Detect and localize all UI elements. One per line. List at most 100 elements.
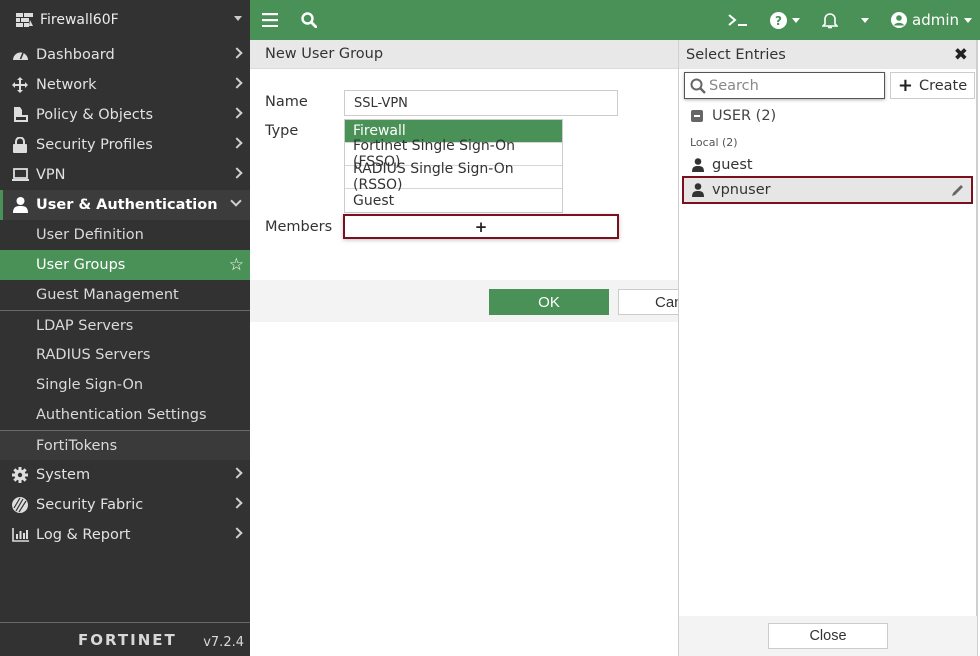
policy-icon [10,107,30,123]
admin-menu[interactable]: admin [891,0,972,40]
name-input[interactable] [344,90,618,116]
members-label: Members [265,219,333,235]
sidebar-item-system[interactable]: System [0,460,250,490]
sidebar-item-policy-objects[interactable]: Policy & Objects [0,100,250,130]
sidebar-item-guest-management[interactable]: Guest Management [0,280,250,310]
sidebar-item-label: Security Fabric [36,497,144,513]
type-option-rsso[interactable]: RADIUS Single Sign-On (RSSO) [345,161,562,193]
caret-down-icon [234,16,242,21]
caret-down-icon [861,17,869,23]
plus-icon: + [897,75,913,96]
chevron-right-icon [231,77,243,89]
notifications-caret[interactable] [856,0,869,40]
fortinet-logo: FORTINET [78,631,177,649]
sidebar-item-label: User Groups [36,257,126,273]
sidebar-item-label: LDAP Servers [36,317,134,334]
dashboard-icon [10,48,30,62]
sidebar-item-label: User Definition [36,227,144,243]
sidebar-item-user-authentication[interactable]: User & Authentication [0,190,250,220]
sidebar-item-label: Security Profiles [36,137,153,153]
type-label: Type [265,123,299,139]
user-icon [692,183,704,197]
chevron-right-icon [231,107,243,119]
fabric-icon [10,497,30,513]
sidebar-item-single-sign-on[interactable]: Single Sign-On [0,370,250,400]
user-icon [10,197,30,213]
sidebar-item-label: User & Authentication [36,197,218,213]
pencil-icon[interactable] [951,183,965,197]
cli-console-icon[interactable] [728,0,748,40]
bell-icon[interactable] [822,0,838,40]
ok-button[interactable]: OK [489,289,609,315]
device-selector[interactable]: Firewall60F [0,0,250,40]
caret-down-icon [792,17,800,23]
chevron-right-icon [231,497,243,509]
close-button[interactable]: Close [768,623,888,649]
sidebar-item-user-definition[interactable]: User Definition [0,220,250,250]
create-label: Create [918,77,968,94]
search-icon [690,78,706,94]
sidebar-item-log-report[interactable]: Log & Report [0,520,250,550]
group-label: USER (2) [712,108,777,124]
sidebar-item-label: Log & Report [36,527,131,543]
select-entries-panel: Select Entries ✖ Search + Create USER (2… [678,40,978,656]
sidebar-item-dashboard[interactable]: Dashboard [0,40,250,70]
entry-vpnuser[interactable]: vpnuser [682,176,973,204]
chevron-right-icon [231,167,243,179]
menu-icon[interactable] [262,0,278,40]
type-selector: Firewall Fortinet Single Sign-On (FSSO) … [344,119,563,213]
gear-icon [10,467,30,483]
create-button[interactable]: + Create [890,72,975,99]
sidebar-item-label: Policy & Objects [36,107,154,123]
laptop-icon [10,168,30,182]
sidebar-item-vpn[interactable]: VPN [0,160,250,190]
name-label: Name [265,94,308,110]
sidebar-item-authentication-settings[interactable]: Authentication Settings [0,400,250,430]
sidebar-item-label: Guest Management [36,287,179,303]
chevron-right-icon [231,47,243,59]
sidebar-item-network[interactable]: Network [0,70,250,100]
star-icon[interactable]: ☆ [229,255,244,275]
entry-guest[interactable]: guest [682,151,973,179]
sidebar-item-fortitokens[interactable]: FortiTokens [0,430,250,460]
entry-label: vpnuser [712,182,771,198]
user-group-header[interactable]: USER (2) [691,108,776,124]
sidebar-item-security-profiles[interactable]: Security Profiles [0,130,250,160]
sidebar-item-label: Single Sign-On [36,377,144,393]
admin-username: admin [912,11,959,29]
members-add-field[interactable]: + [343,214,619,239]
chevron-right-icon [231,467,243,479]
search-input[interactable]: Search [684,72,885,99]
app-root: Firewall60F Dashboard Network Policy & O… [0,0,980,656]
sidebar-item-label: Authentication Settings [36,407,207,423]
sidebar-item-label: VPN [36,167,66,183]
user-icon [692,158,704,172]
new-user-group-form: New User Group Name Type Firewall Fortin… [250,40,698,656]
network-icon [10,77,30,93]
lock-icon [10,137,30,153]
version-label: v7.2.4 [203,635,244,650]
help-icon[interactable]: ? [770,0,800,40]
sidebar-item-ldap-servers[interactable]: LDAP Servers [0,310,250,340]
plus-icon: + [474,217,488,236]
select-entries-header: Select Entries ✖ [679,40,976,69]
top-bar: ? admin [250,0,980,40]
sidebar-item-security-fabric[interactable]: Security Fabric [0,490,250,520]
chevron-right-icon [231,527,243,539]
sidebar-item-user-groups[interactable]: User Groups ☆ [0,250,250,280]
search-icon[interactable] [301,0,317,40]
close-icon[interactable]: ✖ [954,45,968,65]
sidebar-item-radius-servers[interactable]: RADIUS Servers [0,340,250,370]
form-footer: OK Cancel [250,280,698,322]
svg-text:?: ? [775,14,782,28]
page-title-text: New User Group [265,46,384,62]
sidebar-item-label: FortiTokens [36,437,118,454]
entry-label: guest [712,157,753,173]
search-placeholder: Search [709,77,759,94]
sidebar-item-label: System [36,467,91,483]
collapse-icon[interactable] [691,110,703,122]
sidebar: Firewall60F Dashboard Network Policy & O… [0,0,250,656]
chevron-right-icon [231,137,243,149]
select-entries-footer: Close [679,616,977,656]
sidebar-item-label: RADIUS Servers [36,347,151,363]
